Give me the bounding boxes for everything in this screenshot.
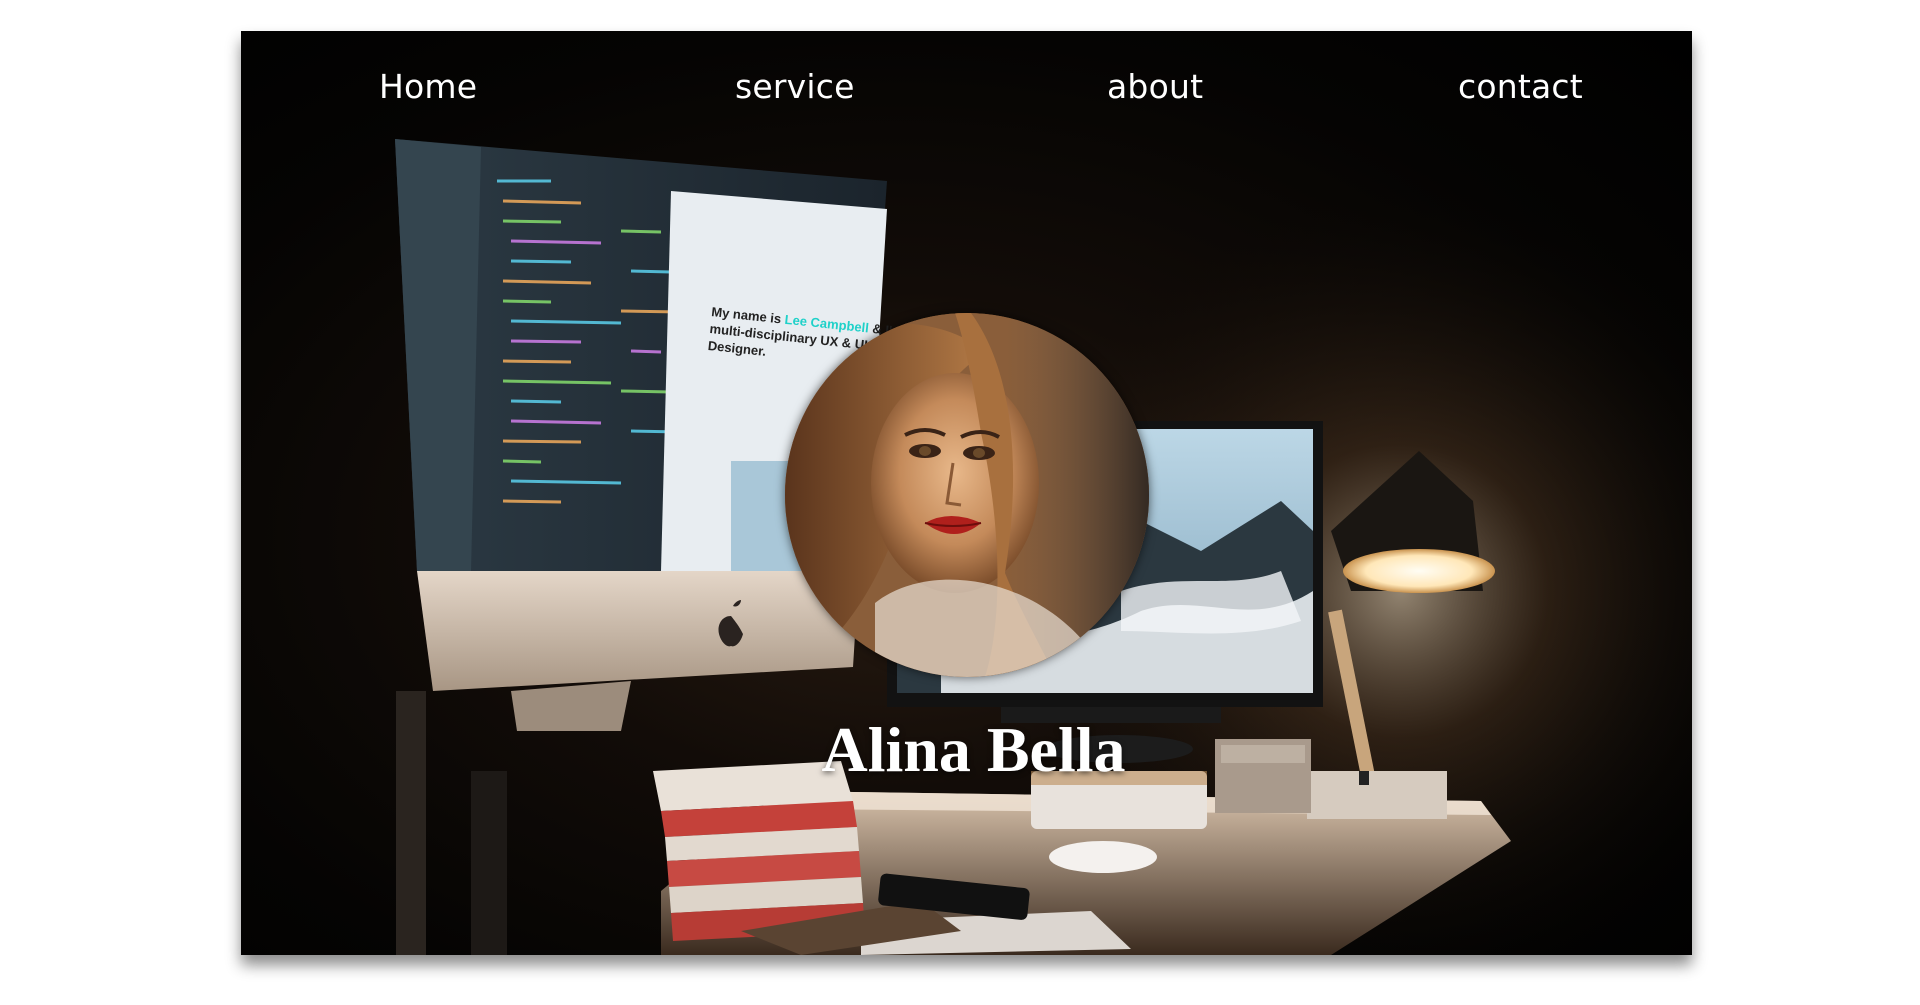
nav-link-about[interactable]: about	[1107, 67, 1203, 106]
hero-section: My name is Lee Campbell & I'm a multi-di…	[241, 31, 1692, 955]
profile-name-heading: Alina Bella	[821, 714, 1126, 785]
main-nav: Home service about contact	[241, 31, 1692, 141]
nav-link-contact[interactable]: contact	[1458, 67, 1583, 106]
profile-photo	[785, 313, 1149, 677]
nav-link-home[interactable]: Home	[379, 67, 477, 106]
nav-link-service[interactable]: service	[735, 67, 855, 106]
